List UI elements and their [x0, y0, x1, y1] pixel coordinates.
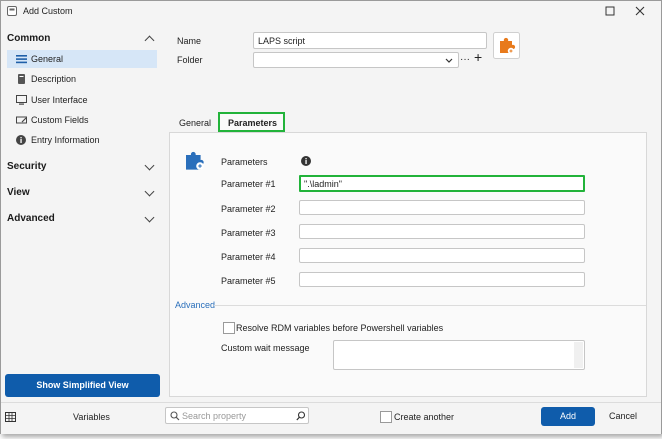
add-custom-window: Add Custom Common General Description Us… [0, 0, 662, 434]
folder-label: Folder [177, 55, 203, 65]
parameter-1-value: ".\ladmin" [304, 179, 342, 189]
folder-add-button[interactable]: + [474, 49, 482, 65]
custom-wait-input[interactable] [333, 340, 585, 370]
grid-icon [5, 412, 16, 422]
tab-parameters-label: Parameters [228, 118, 278, 128]
custom-wait-label: Custom wait message [221, 343, 310, 353]
sidebar-item-label: Custom Fields [31, 115, 89, 125]
parameters-header: Parameters [221, 157, 268, 167]
parameter-5-label: Parameter #5 [221, 276, 276, 286]
divider [214, 305, 646, 306]
section-advanced[interactable]: Advanced [7, 213, 55, 224]
parameter-3-input[interactable] [299, 224, 585, 239]
fields-icon [16, 116, 27, 124]
sidebar-item-label: Description [31, 74, 77, 84]
parameter-2-input[interactable] [299, 200, 585, 215]
section-view[interactable]: View [7, 187, 30, 198]
folder-select[interactable] [253, 52, 459, 68]
sidebar-item-label: User Interface [31, 95, 88, 105]
advanced-section-label[interactable]: Advanced [175, 300, 215, 310]
add-button[interactable]: Add [541, 407, 595, 426]
parameter-1-input[interactable]: ".\ladmin" [299, 175, 585, 192]
parameter-2-label: Parameter #2 [221, 204, 276, 214]
folder-more-button[interactable]: ··· [460, 54, 470, 65]
bottom-bar: Variables Search property Create another… [1, 402, 661, 434]
parameter-1-label: Parameter #1 [221, 179, 276, 189]
section-security[interactable]: Security [7, 161, 46, 172]
search-input[interactable]: Search property [165, 407, 309, 424]
parameter-5-input[interactable] [299, 272, 585, 287]
info-icon [16, 135, 26, 145]
sidebar-item-user-interface[interactable]: User Interface [7, 91, 157, 109]
tab-general[interactable]: General [179, 118, 211, 128]
sidebar-item-description[interactable]: Description [7, 70, 157, 88]
create-another-label: Create another [394, 412, 455, 422]
chevron-down-icon[interactable] [144, 186, 155, 197]
info-icon[interactable] [301, 156, 311, 166]
parameter-4-label: Parameter #4 [221, 252, 276, 262]
book-icon [18, 74, 25, 84]
sidebar-item-entry-information[interactable]: Entry Information [7, 131, 157, 149]
search-icon[interactable] [296, 411, 306, 421]
variables-button[interactable]: Variables [73, 412, 110, 422]
name-input[interactable]: LAPS script [253, 32, 487, 49]
scrollbar[interactable] [574, 342, 583, 368]
monitor-icon [16, 95, 27, 105]
search-placeholder: Search property [182, 411, 247, 421]
section-common[interactable]: Common [7, 33, 50, 44]
title-bar: Add Custom [1, 1, 661, 21]
sidebar-item-general[interactable]: General [7, 50, 157, 68]
app-icon [7, 6, 17, 16]
puzzle-icon [186, 151, 204, 170]
entry-icon[interactable] [493, 32, 520, 59]
sidebar: Common General Description User Interfac… [1, 23, 163, 401]
chevron-down-icon[interactable] [144, 160, 155, 171]
create-another-checkbox[interactable] [380, 411, 392, 423]
chevron-down-icon [445, 58, 453, 63]
cancel-button[interactable]: Cancel [601, 407, 645, 426]
parameter-4-input[interactable] [299, 248, 585, 263]
chevron-down-icon[interactable] [144, 212, 155, 223]
close-icon[interactable] [635, 6, 645, 16]
resolve-variables-label: Resolve RDM variables before Powershell … [236, 323, 444, 333]
name-label: Name [177, 36, 202, 46]
parameters-panel: Parameters Parameter #1 ".\ladmin" Param… [169, 132, 647, 397]
window-title: Add Custom [23, 6, 73, 16]
sidebar-item-label: General [31, 54, 64, 64]
menu-icon [16, 55, 27, 64]
tab-parameters[interactable]: Parameters [218, 112, 285, 132]
search-icon [170, 411, 180, 421]
maximize-icon[interactable] [605, 6, 615, 16]
name-value: LAPS script [258, 36, 306, 46]
resolve-variables-checkbox[interactable] [223, 322, 235, 334]
parameter-3-label: Parameter #3 [221, 228, 276, 238]
show-simplified-view-button[interactable]: Show Simplified View [5, 374, 160, 397]
chevron-up-icon[interactable] [144, 35, 155, 46]
sidebar-item-custom-fields[interactable]: Custom Fields [7, 111, 157, 129]
sidebar-item-label: Entry Information [31, 135, 100, 145]
